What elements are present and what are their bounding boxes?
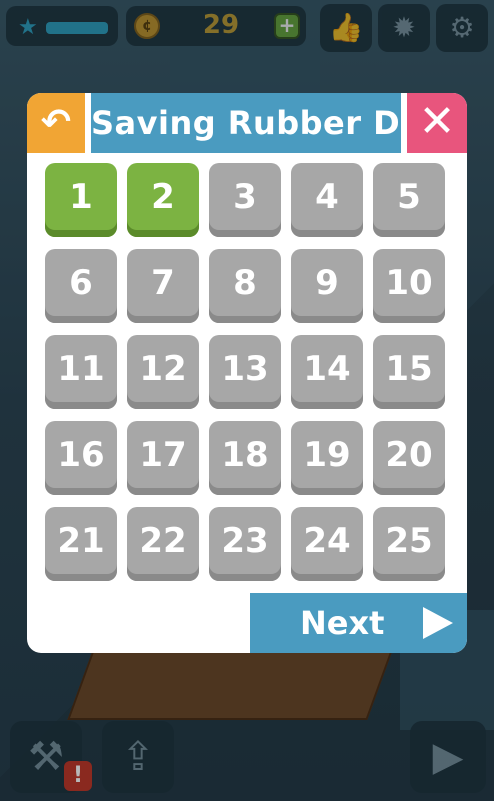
level-button-16[interactable]: 16 <box>45 421 117 495</box>
level-button-7[interactable]: 7 <box>127 249 199 323</box>
level-button-2[interactable]: 2 <box>127 163 199 237</box>
level-button-24[interactable]: 24 <box>291 507 363 581</box>
level-button-3[interactable]: 3 <box>209 163 281 237</box>
level-button-15[interactable]: 15 <box>373 335 445 409</box>
level-number: 13 <box>221 349 269 389</box>
level-number: 18 <box>221 435 269 475</box>
level-number: 21 <box>57 521 105 561</box>
level-button-5[interactable]: 5 <box>373 163 445 237</box>
level-number: 9 <box>315 263 339 303</box>
close-button[interactable]: ✕ <box>407 93 467 153</box>
back-button[interactable]: ↶ <box>27 93 85 153</box>
level-number: 6 <box>69 263 93 303</box>
level-button-20[interactable]: 20 <box>373 421 445 495</box>
level-number: 22 <box>139 521 187 561</box>
level-number: 4 <box>315 177 339 217</box>
level-number: 7 <box>151 263 175 303</box>
level-button-21[interactable]: 21 <box>45 507 117 581</box>
level-number: 2 <box>151 177 175 217</box>
level-number: 10 <box>385 263 433 303</box>
level-number: 15 <box>385 349 433 389</box>
level-select-dialog: ↶ Saving Rubber Duck ✕ 12345678910111213… <box>27 93 467 653</box>
level-number: 3 <box>233 177 257 217</box>
level-grid: 1 2 3 4 5 6 7 8 9 10 11 12 13 14 15 16 17 18 19 20 21 22 23 24 2… <box>45 163 445 581</box>
next-label: Next <box>300 604 385 642</box>
level-number: 17 <box>139 435 187 475</box>
next-button[interactable]: Next <box>250 593 467 653</box>
level-number: 1 <box>69 177 93 217</box>
level-number: 24 <box>303 521 351 561</box>
level-button-4[interactable]: 4 <box>291 163 363 237</box>
level-button-1[interactable]: 1 <box>45 163 117 237</box>
level-button-25[interactable]: 25 <box>373 507 445 581</box>
level-number: 8 <box>233 263 257 303</box>
level-number: 5 <box>397 177 421 217</box>
level-button-11[interactable]: 11 <box>45 335 117 409</box>
level-button-6[interactable]: 6 <box>45 249 117 323</box>
level-number: 19 <box>303 435 351 475</box>
close-icon: ✕ <box>418 96 456 147</box>
level-button-23[interactable]: 23 <box>209 507 281 581</box>
level-number: 14 <box>303 349 351 389</box>
level-number: 20 <box>385 435 433 475</box>
back-arrow-icon: ↶ <box>40 102 72 143</box>
level-button-8[interactable]: 8 <box>209 249 281 323</box>
level-number: 12 <box>139 349 187 389</box>
level-number: 11 <box>57 349 105 389</box>
level-number: 23 <box>221 521 269 561</box>
level-button-19[interactable]: 19 <box>291 421 363 495</box>
dialog-title: Saving Rubber Duck <box>91 93 401 153</box>
level-button-9[interactable]: 9 <box>291 249 363 323</box>
play-icon <box>423 607 453 639</box>
level-button-14[interactable]: 14 <box>291 335 363 409</box>
level-button-13[interactable]: 13 <box>209 335 281 409</box>
level-number: 25 <box>385 521 433 561</box>
dialog-header: ↶ Saving Rubber Duck ✕ <box>27 93 467 153</box>
level-button-10[interactable]: 10 <box>373 249 445 323</box>
level-button-22[interactable]: 22 <box>127 507 199 581</box>
level-number: 16 <box>57 435 105 475</box>
level-button-12[interactable]: 12 <box>127 335 199 409</box>
level-button-17[interactable]: 17 <box>127 421 199 495</box>
level-button-18[interactable]: 18 <box>209 421 281 495</box>
